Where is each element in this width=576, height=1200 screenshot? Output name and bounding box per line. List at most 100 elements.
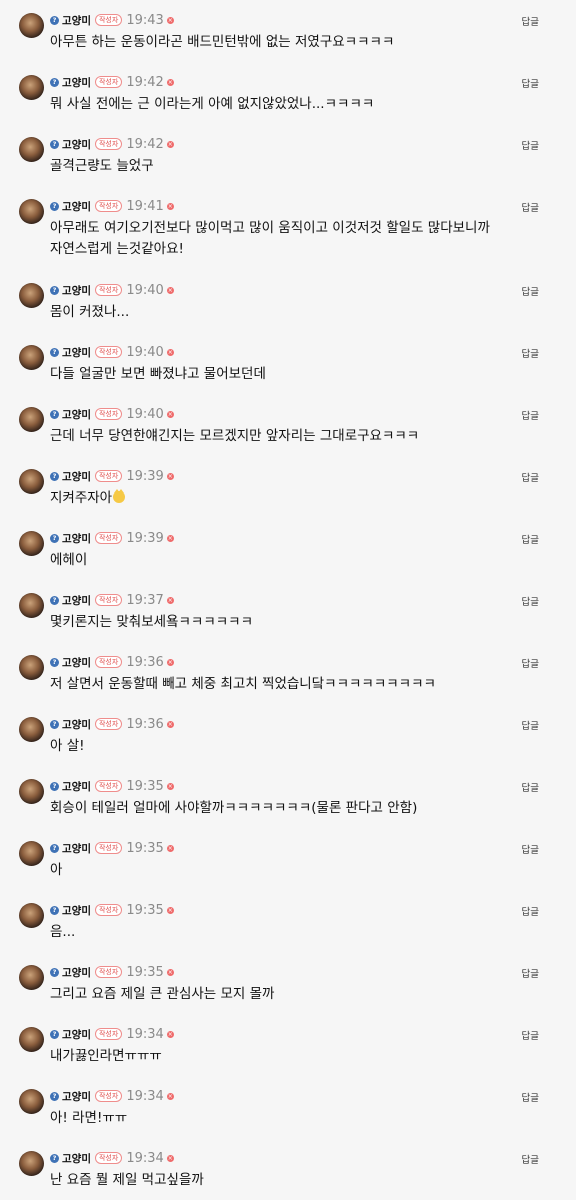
delete-icon[interactable]: × bbox=[166, 782, 174, 790]
avatar[interactable] bbox=[19, 283, 44, 308]
avatar[interactable] bbox=[19, 593, 44, 618]
comment-meta: ? 고양미 작성자 19:39 × bbox=[50, 528, 174, 548]
avatar[interactable] bbox=[19, 1089, 44, 1114]
avatar[interactable] bbox=[19, 137, 44, 162]
delete-icon[interactable]: × bbox=[166, 140, 174, 148]
reply-button[interactable]: 답글 bbox=[522, 842, 539, 856]
reply-button[interactable]: 답글 bbox=[522, 594, 539, 608]
delete-icon[interactable]: × bbox=[166, 844, 174, 852]
reply-button[interactable]: 답글 bbox=[522, 1152, 539, 1166]
author-badge: 작성자 bbox=[94, 76, 123, 88]
comment-item: ? 고양미 작성자 19:42 × 답글 골격근량도 늘었구 bbox=[0, 124, 576, 186]
nickname[interactable]: 고양미 bbox=[62, 717, 91, 732]
level-icon: ? bbox=[50, 533, 59, 543]
delete-icon[interactable]: × bbox=[166, 534, 174, 542]
comment-text: 아 bbox=[50, 862, 63, 878]
avatar[interactable] bbox=[19, 841, 44, 866]
reply-button[interactable]: 답글 bbox=[522, 532, 539, 546]
avatar[interactable] bbox=[19, 199, 44, 224]
comment-item: ? 고양미 작성자 19:35 × 답글 아 bbox=[0, 828, 576, 890]
avatar[interactable] bbox=[19, 1151, 44, 1176]
avatar[interactable] bbox=[19, 13, 44, 38]
comment-time: 19:34 bbox=[126, 1150, 164, 1166]
reply-button[interactable]: 답글 bbox=[522, 470, 539, 484]
comment-text: 저 살면서 운동할때 빼고 체중 최고치 찍었습니닼ㅋㅋㅋㅋㅋㅋㅋㅋㅋ bbox=[50, 676, 436, 692]
nickname[interactable]: 고양미 bbox=[62, 345, 91, 360]
author-badge: 작성자 bbox=[94, 1028, 123, 1040]
delete-icon[interactable]: × bbox=[166, 658, 174, 666]
nickname[interactable]: 고양미 bbox=[62, 469, 91, 484]
delete-icon[interactable]: × bbox=[166, 1154, 174, 1162]
delete-icon[interactable]: × bbox=[166, 720, 174, 728]
nickname[interactable]: 고양미 bbox=[62, 965, 91, 980]
nickname[interactable]: 고양미 bbox=[62, 407, 91, 422]
nickname[interactable]: 고양미 bbox=[62, 1027, 91, 1042]
reply-button[interactable]: 답글 bbox=[522, 966, 539, 980]
delete-icon[interactable]: × bbox=[166, 348, 174, 356]
nickname[interactable]: 고양미 bbox=[62, 593, 91, 608]
reply-button[interactable]: 답글 bbox=[522, 718, 539, 732]
delete-icon[interactable]: × bbox=[166, 596, 174, 604]
avatar[interactable] bbox=[19, 531, 44, 556]
reply-button[interactable]: 답글 bbox=[522, 346, 539, 360]
avatar[interactable] bbox=[19, 407, 44, 432]
level-icon: ? bbox=[50, 139, 59, 149]
avatar[interactable] bbox=[19, 965, 44, 990]
reply-button[interactable]: 답글 bbox=[522, 408, 539, 422]
level-icon: ? bbox=[50, 967, 59, 977]
nickname[interactable]: 고양미 bbox=[62, 13, 91, 28]
nickname[interactable]: 고양미 bbox=[62, 779, 91, 794]
nickname[interactable]: 고양미 bbox=[62, 1151, 91, 1166]
author-badge: 작성자 bbox=[94, 200, 123, 212]
delete-icon[interactable]: × bbox=[166, 78, 174, 86]
avatar[interactable] bbox=[19, 75, 44, 100]
comment-text: 아무래도 여기오기전보다 많이먹고 많이 움직이고 이것저것 할일도 많다보니까… bbox=[50, 220, 490, 257]
level-icon: ? bbox=[50, 657, 59, 667]
comment-meta: ? 고양미 작성자 19:37 × bbox=[50, 590, 174, 610]
delete-icon[interactable]: × bbox=[166, 968, 174, 976]
nickname[interactable]: 고양미 bbox=[62, 903, 91, 918]
reply-button[interactable]: 답글 bbox=[522, 1028, 539, 1042]
smiling-cat-emoji-icon bbox=[113, 489, 126, 503]
avatar[interactable] bbox=[19, 903, 44, 928]
avatar[interactable] bbox=[19, 717, 44, 742]
nickname[interactable]: 고양미 bbox=[62, 75, 91, 90]
delete-icon[interactable]: × bbox=[166, 410, 174, 418]
avatar[interactable] bbox=[19, 779, 44, 804]
comment-time: 19:36 bbox=[126, 654, 164, 670]
reply-button[interactable]: 답글 bbox=[522, 138, 539, 152]
level-icon: ? bbox=[50, 201, 59, 211]
reply-button[interactable]: 답글 bbox=[522, 76, 539, 90]
reply-button[interactable]: 답글 bbox=[522, 200, 539, 214]
delete-icon[interactable]: × bbox=[166, 1092, 174, 1100]
reply-button[interactable]: 답글 bbox=[522, 780, 539, 794]
avatar[interactable] bbox=[19, 345, 44, 370]
delete-icon[interactable]: × bbox=[166, 16, 174, 24]
comment-time: 19:40 bbox=[126, 406, 164, 422]
delete-icon[interactable]: × bbox=[166, 472, 174, 480]
delete-icon[interactable]: × bbox=[166, 202, 174, 210]
nickname[interactable]: 고양미 bbox=[62, 199, 91, 214]
nickname[interactable]: 고양미 bbox=[62, 841, 91, 856]
nickname[interactable]: 고양미 bbox=[62, 1089, 91, 1104]
nickname[interactable]: 고양미 bbox=[62, 655, 91, 670]
level-icon: ? bbox=[50, 781, 59, 791]
reply-button[interactable]: 답글 bbox=[522, 284, 539, 298]
comment-time: 19:35 bbox=[126, 902, 164, 918]
comment-meta: ? 고양미 작성자 19:35 × bbox=[50, 776, 174, 796]
avatar[interactable] bbox=[19, 1027, 44, 1052]
nickname[interactable]: 고양미 bbox=[62, 531, 91, 546]
delete-icon[interactable]: × bbox=[166, 906, 174, 914]
reply-button[interactable]: 답글 bbox=[522, 904, 539, 918]
nickname[interactable]: 고양미 bbox=[62, 283, 91, 298]
delete-icon[interactable]: × bbox=[166, 1030, 174, 1038]
reply-button[interactable]: 답글 bbox=[522, 14, 539, 28]
delete-icon[interactable]: × bbox=[166, 286, 174, 294]
comment-meta: ? 고양미 작성자 19:41 × bbox=[50, 196, 174, 216]
reply-button[interactable]: 답글 bbox=[522, 656, 539, 670]
reply-button[interactable]: 답글 bbox=[522, 1090, 539, 1104]
avatar[interactable] bbox=[19, 655, 44, 680]
nickname[interactable]: 고양미 bbox=[62, 137, 91, 152]
comment-text: 몸이 커졌나... bbox=[50, 304, 130, 320]
avatar[interactable] bbox=[19, 469, 44, 494]
